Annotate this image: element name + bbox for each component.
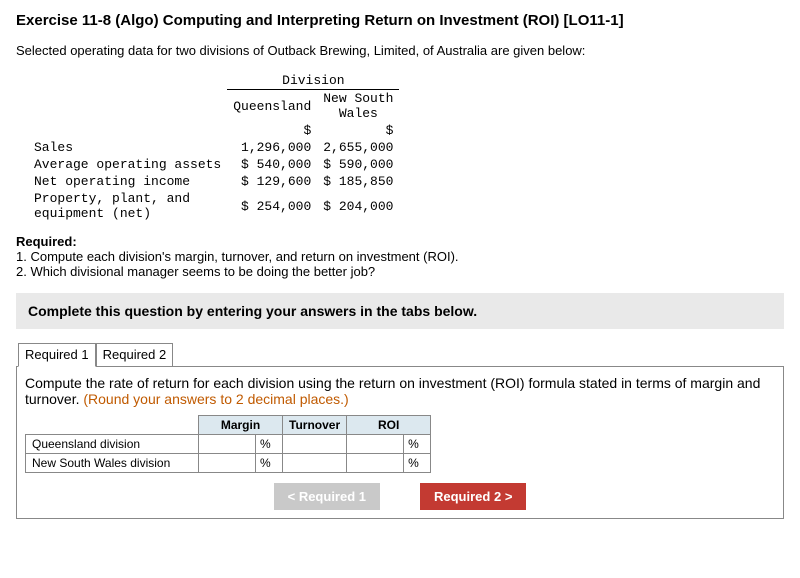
col-queensland: Queensland (227, 90, 317, 123)
unit-qld-roi: % (404, 435, 431, 454)
col-new-south-wales: New South Wales (317, 90, 399, 123)
next-button-label: Required 2 (434, 489, 501, 504)
operating-data-table: Division Queensland New South Wales $ $ … (28, 72, 399, 222)
tab-required-1[interactable]: Required 1 (18, 343, 96, 367)
required-line-2: 2. Which divisional manager seems to be … (16, 264, 784, 279)
answer-table: Margin Turnover ROI Queensland division … (25, 415, 431, 473)
row-sales-label: Sales (28, 139, 227, 156)
ppe-qld: $ 254,000 (227, 190, 317, 222)
input-nsw-roi[interactable] (347, 454, 401, 472)
required-line-1: 1. Compute each division's margin, turno… (16, 249, 784, 264)
required-label: Required: (16, 234, 784, 249)
input-nsw-margin[interactable] (199, 454, 253, 472)
exercise-subtitle: Selected operating data for two division… (16, 43, 784, 58)
currency-symbol-2: $ (317, 122, 399, 139)
unit-nsw-roi: % (404, 454, 431, 473)
input-qld-turnover[interactable] (283, 435, 337, 453)
tab-required-2[interactable]: Required 2 (96, 343, 174, 367)
assets-qld: $ 540,000 (227, 156, 317, 173)
prev-button-label: Required 1 (299, 489, 366, 504)
noi-qld: $ 129,600 (227, 173, 317, 190)
prev-button[interactable]: < Required 1 (274, 483, 380, 510)
col-roi: ROI (347, 416, 431, 435)
assets-nsw: $ 590,000 (317, 156, 399, 173)
unit-nsw-margin: % (256, 454, 283, 473)
chevron-left-icon: < (288, 489, 296, 504)
row-nsw-label: New South Wales division (26, 454, 199, 473)
input-nsw-turnover[interactable] (283, 454, 337, 472)
row-assets-label: Average operating assets (28, 156, 227, 173)
nav-buttons: < Required 1 Required 2 > (25, 483, 775, 510)
currency-symbol-1: $ (227, 122, 317, 139)
division-group-header: Division (227, 72, 399, 90)
exercise-title: Exercise 11-8 (Algo) Computing and Inter… (16, 12, 784, 29)
col-turnover: Turnover (283, 416, 347, 435)
sales-qld: 1,296,000 (227, 139, 317, 156)
row-ppe-label: Property, plant, and equipment (net) (28, 190, 227, 222)
panel-instruction: Compute the rate of return for each divi… (25, 375, 775, 407)
answer-panel: Compute the rate of return for each divi… (16, 366, 784, 519)
panel-instruction-note: (Round your answers to 2 decimal places.… (83, 391, 348, 407)
input-qld-margin[interactable] (199, 435, 253, 453)
required-block: Required: 1. Compute each division's mar… (16, 234, 784, 279)
ppe-nsw: $ 204,000 (317, 190, 399, 222)
noi-nsw: $ 185,850 (317, 173, 399, 190)
tabs: Required 1 Required 2 (16, 343, 784, 367)
instruction-bar: Complete this question by entering your … (16, 293, 784, 329)
row-noi-label: Net operating income (28, 173, 227, 190)
next-button[interactable]: Required 2 > (420, 483, 526, 510)
unit-qld-margin: % (256, 435, 283, 454)
row-qld-label: Queensland division (26, 435, 199, 454)
sales-nsw: 2,655,000 (317, 139, 399, 156)
chevron-right-icon: > (505, 489, 513, 504)
input-qld-roi[interactable] (347, 435, 401, 453)
col-margin: Margin (199, 416, 283, 435)
